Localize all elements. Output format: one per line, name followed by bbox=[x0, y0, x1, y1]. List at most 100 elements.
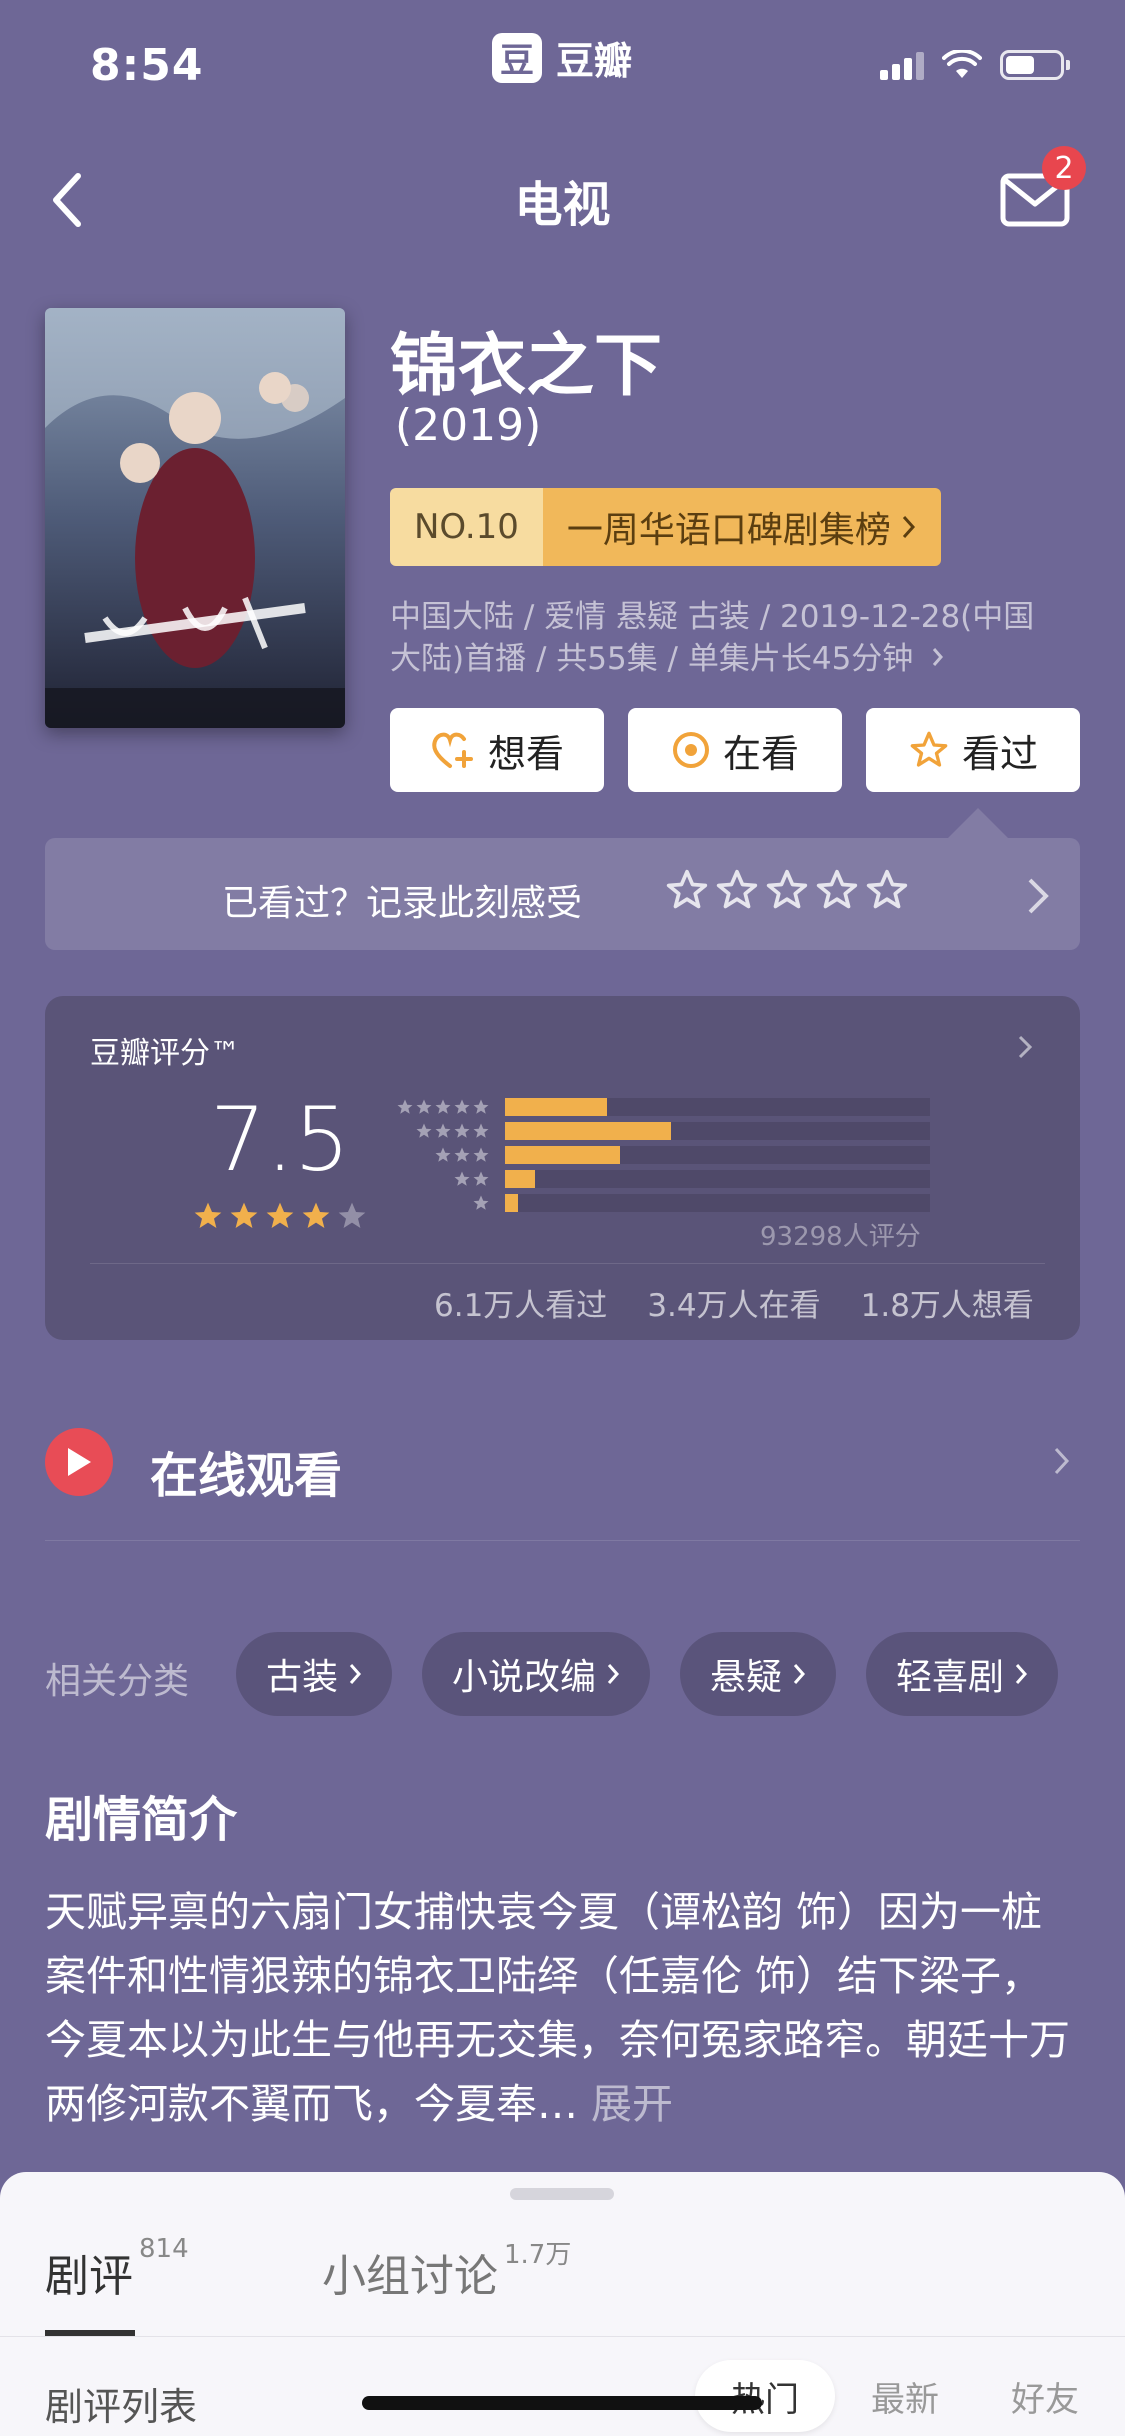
sort-friends[interactable]: 好友 bbox=[975, 2360, 1115, 2432]
sort-new[interactable]: 最新 bbox=[835, 2360, 975, 2432]
show-meta[interactable]: 中国大陆 / 爱情 悬疑 古装 / 2019-12-28(中国 大陆)首播 / … bbox=[390, 596, 1090, 680]
star-outline-icon bbox=[716, 869, 758, 909]
eye-circle-icon bbox=[672, 732, 709, 768]
wifi-icon bbox=[942, 50, 982, 78]
synopsis-body: 天赋异禀的六扇门女捕快袁今夏（谭松韵 饰）因为一桩案件和性情狠辣的锦衣卫陆绎（任… bbox=[45, 1888, 1070, 2128]
tab-reviews[interactable]: 剧评814 bbox=[45, 2234, 189, 2304]
ranking-badge[interactable]: NO.10 一周华语口碑剧集榜 bbox=[390, 488, 941, 566]
bar-track bbox=[505, 1146, 930, 1164]
bar-track bbox=[505, 1122, 930, 1140]
rating-bar-1-star bbox=[380, 1194, 930, 1212]
play-icon[interactable] bbox=[45, 1428, 113, 1496]
bar-fill bbox=[505, 1170, 535, 1188]
expand-link[interactable]: 展开 bbox=[591, 2080, 673, 2128]
sheet-divider bbox=[0, 2336, 1125, 2337]
show-year: (2019) bbox=[395, 400, 542, 451]
play-triangle bbox=[68, 1448, 91, 1476]
rating-count: 93298人评分 bbox=[760, 1222, 921, 1252]
watched-count: 6.1万人看过 bbox=[434, 1288, 608, 1324]
show-poster[interactable] bbox=[45, 308, 345, 728]
rank-label-box: 一周华语口碑剧集榜 bbox=[542, 488, 941, 566]
star-small-icon bbox=[454, 1147, 470, 1162]
star-outline-icon bbox=[766, 869, 808, 909]
status-indicators bbox=[880, 50, 1070, 80]
tab-groups[interactable]: 小组讨论 1.7万 bbox=[322, 2240, 571, 2304]
heart-plus-icon bbox=[432, 732, 473, 768]
rate-stars[interactable] bbox=[665, 868, 909, 912]
star-small-icon bbox=[454, 1123, 470, 1138]
status-time: 8:54 bbox=[90, 40, 204, 91]
chevron-right-icon bbox=[607, 1664, 620, 1684]
chevron-right-icon bbox=[933, 648, 944, 666]
want-label: 想看 bbox=[487, 731, 564, 776]
watched-button[interactable]: 看过 bbox=[866, 708, 1080, 792]
home-indicator[interactable] bbox=[362, 2396, 762, 2410]
rank-number: NO.10 bbox=[390, 488, 543, 566]
douban-logo: 豆 豆瓣 bbox=[492, 30, 632, 85]
tag-chip[interactable]: 轻喜剧 bbox=[866, 1632, 1059, 1716]
rating-stars bbox=[192, 1200, 368, 1232]
star-small-icon bbox=[473, 1171, 489, 1186]
douban-logo-icon: 豆 bbox=[492, 32, 542, 83]
tag-chip[interactable]: 小说改编 bbox=[422, 1632, 651, 1716]
star-small-icon bbox=[473, 1147, 489, 1162]
chevron-right-icon bbox=[902, 515, 915, 539]
sheet-handle[interactable] bbox=[510, 2188, 614, 2200]
chevron-right-icon bbox=[349, 1664, 362, 1684]
tag-chip[interactable]: 古装 bbox=[236, 1632, 393, 1716]
star-filled-icon bbox=[266, 1202, 294, 1228]
bar-fill bbox=[505, 1122, 671, 1140]
chevron-right-icon bbox=[793, 1664, 806, 1684]
record-pointer bbox=[948, 808, 1008, 838]
star-outline-icon bbox=[910, 731, 948, 767]
rating-bar-2-star bbox=[380, 1170, 930, 1188]
bar-fill bbox=[505, 1146, 620, 1164]
bar-track bbox=[505, 1098, 930, 1116]
poster-image bbox=[45, 308, 345, 728]
chevron-right-icon bbox=[1015, 1664, 1028, 1684]
section-divider bbox=[45, 1540, 1080, 1541]
star-small-icon bbox=[435, 1123, 451, 1138]
tag-list: 古装 小说改编 悬疑 轻喜剧 bbox=[236, 1632, 1059, 1716]
star-small-icon bbox=[435, 1099, 451, 1114]
rating-bar-4-star bbox=[380, 1122, 930, 1140]
star-filled-icon bbox=[230, 1202, 258, 1228]
app-name: 豆瓣 bbox=[556, 39, 633, 83]
rating-divider bbox=[90, 1263, 1045, 1264]
star-outline-icon bbox=[866, 869, 908, 909]
notification-badge: 2 bbox=[1042, 146, 1086, 190]
watching-button[interactable]: 在看 bbox=[628, 708, 842, 792]
rating-score: 7.5 bbox=[210, 1088, 350, 1191]
watched-label: 看过 bbox=[961, 731, 1038, 776]
tag-chip[interactable]: 悬疑 bbox=[680, 1632, 837, 1716]
record-prompt: 已看过？记录此刻感受 bbox=[222, 883, 583, 924]
star-small-icon bbox=[454, 1171, 470, 1186]
star-filled-icon bbox=[194, 1202, 222, 1228]
bar-star-label bbox=[380, 1122, 490, 1140]
star-filled-icon bbox=[302, 1202, 330, 1228]
chevron-right-icon bbox=[1018, 1035, 1033, 1059]
star-small-icon bbox=[473, 1195, 489, 1210]
want-button[interactable]: 想看 bbox=[390, 708, 604, 792]
show-title: 锦衣之下 bbox=[390, 327, 663, 406]
watching-label: 在看 bbox=[722, 731, 799, 776]
chevron-right-icon bbox=[1028, 878, 1049, 914]
star-small-icon bbox=[454, 1099, 470, 1114]
chevron-right-icon[interactable] bbox=[1052, 1444, 1072, 1478]
page-title: 电视 bbox=[514, 177, 611, 233]
star-outline-icon bbox=[666, 869, 708, 909]
signal-icon bbox=[880, 50, 924, 80]
star-small-icon bbox=[397, 1099, 413, 1114]
star-small-icon bbox=[473, 1123, 489, 1138]
star-small-icon bbox=[416, 1099, 432, 1114]
synopsis-title: 剧情简介 bbox=[45, 1792, 238, 1848]
tags-label: 相关分类 bbox=[45, 1661, 190, 1702]
synopsis-text: 天赋异禀的六扇门女捕快袁今夏（谭松韵 饰）因为一桩案件和性情狠辣的锦衣卫陆绎（任… bbox=[45, 1880, 1080, 2136]
star-empty-icon bbox=[338, 1202, 366, 1228]
star-outline-icon bbox=[816, 869, 858, 909]
action-buttons: 想看 在看 看过 bbox=[390, 708, 1080, 792]
bar-fill bbox=[505, 1098, 607, 1116]
watching-count: 3.4万人在看 bbox=[647, 1288, 821, 1324]
bar-track bbox=[505, 1194, 930, 1212]
watch-online-label[interactable]: 在线观看 bbox=[150, 1436, 342, 1506]
